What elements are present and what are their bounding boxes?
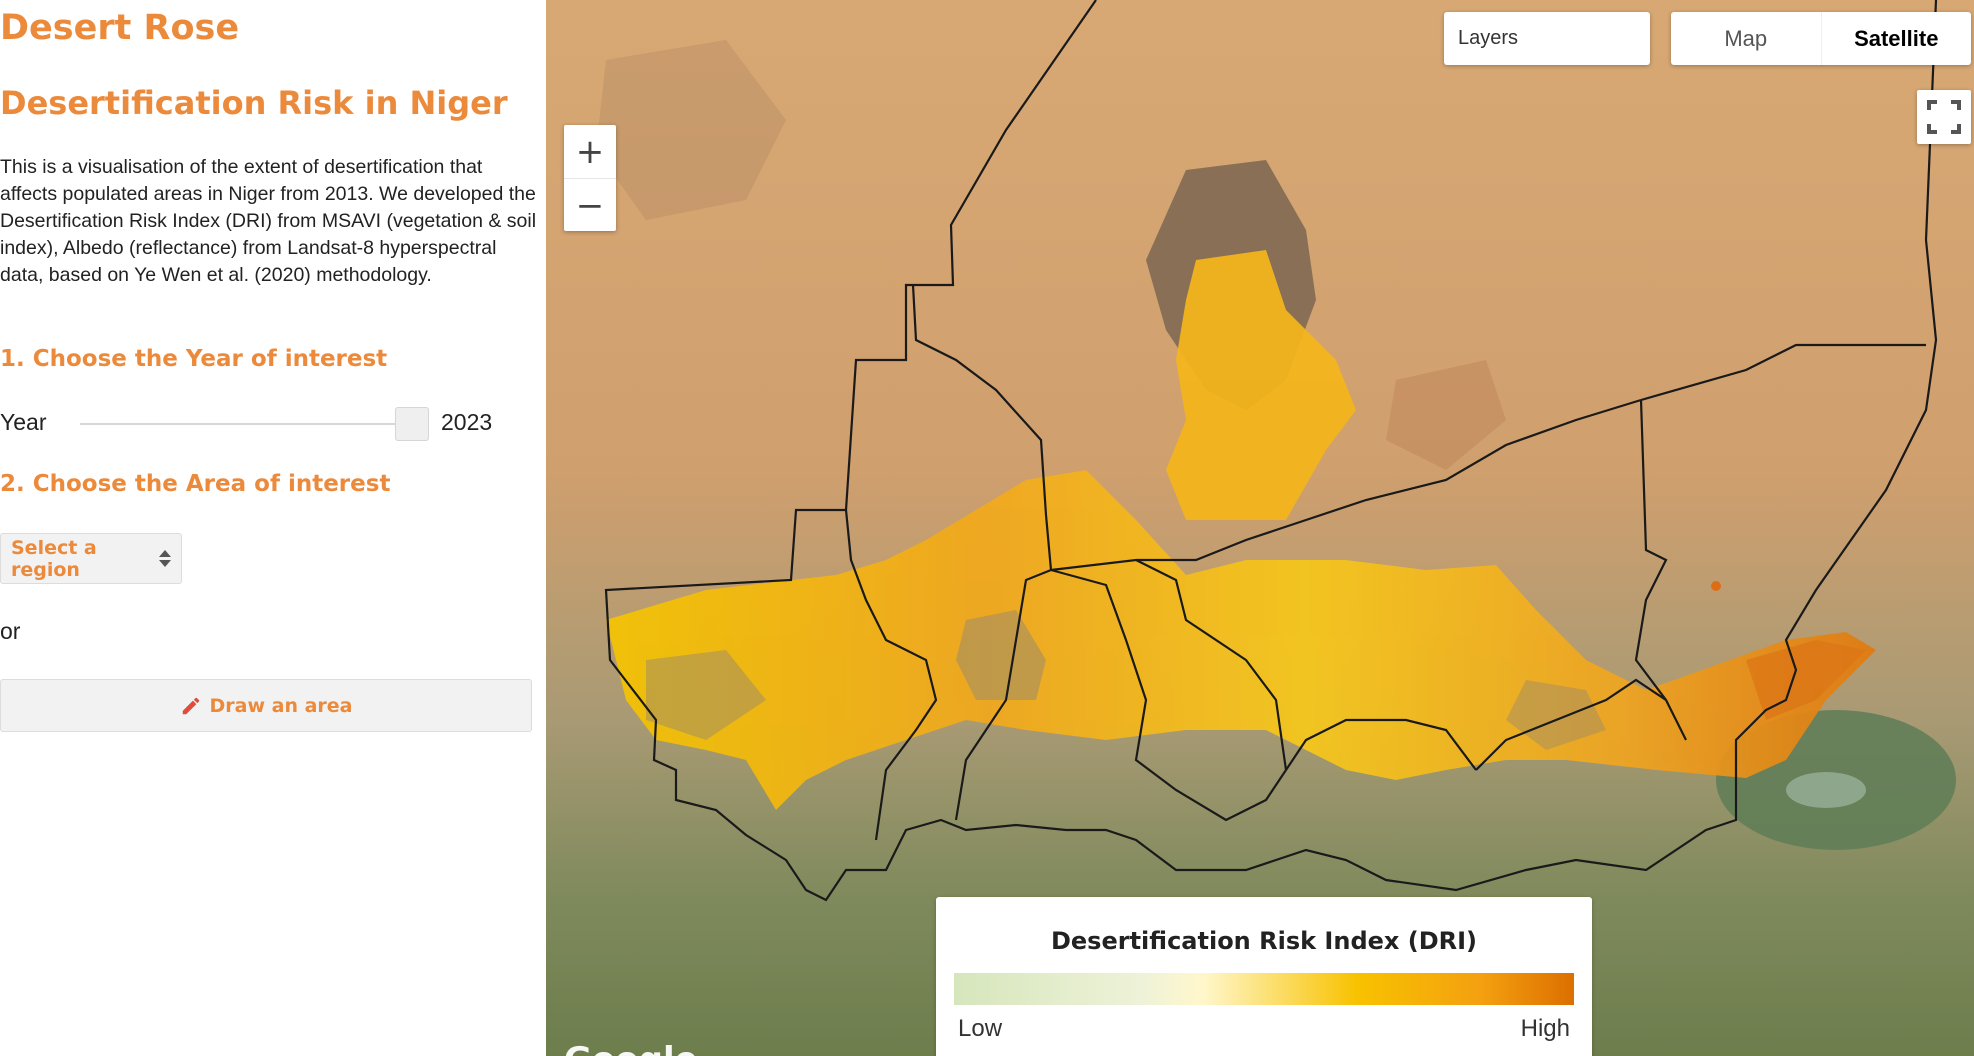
map-type-map-button[interactable]: Map — [1671, 12, 1821, 65]
year-value: 2023 — [441, 409, 493, 435]
page-title: Desertification Risk in Niger — [0, 84, 508, 122]
fullscreen-button[interactable] — [1917, 90, 1971, 144]
legend-low-label: Low — [958, 1015, 1003, 1042]
year-label: Year — [0, 409, 47, 435]
map-type-satellite-button[interactable]: Satellite — [1820, 12, 1972, 65]
zoom-out-button[interactable]: − — [564, 178, 616, 232]
region-select[interactable]: Select a region — [0, 533, 182, 584]
map-view[interactable]: + − Layers Map Satellite Desertification… — [546, 0, 1974, 1056]
description-text: This is a visualisation of the extent of… — [0, 156, 537, 286]
map-type-control: Map Satellite — [1671, 12, 1971, 65]
select-arrows-icon — [159, 550, 171, 567]
year-slider-track[interactable] — [80, 423, 418, 425]
draw-area-button[interactable]: Draw an area — [0, 679, 532, 732]
step2-heading: 2. Choose the Area of interest — [0, 471, 391, 497]
step1-heading: 1. Choose the Year of interest — [0, 346, 388, 372]
layers-button[interactable]: Layers — [1444, 12, 1650, 65]
google-attribution[interactable]: Google — [564, 1040, 698, 1056]
draw-area-label: Draw an area — [209, 694, 353, 717]
legend-high-label: High — [1520, 1015, 1570, 1042]
or-text: or — [0, 618, 21, 644]
fullscreen-icon — [1927, 100, 1961, 134]
legend: Desertification Risk Index (DRI) Low Hig… — [936, 897, 1592, 1056]
app-title: Desert Rose — [0, 8, 240, 48]
legend-color-bar — [954, 973, 1574, 1005]
region-select-label: Select a region — [11, 536, 97, 581]
side-panel: Desert Rose Desertification Risk in Nige… — [0, 0, 546, 1056]
pencil-icon — [182, 697, 199, 714]
zoom-in-button[interactable]: + — [564, 125, 616, 178]
legend-title: Desertification Risk Index (DRI) — [1050, 927, 1478, 955]
year-slider-thumb[interactable] — [395, 407, 429, 441]
zoom-control: + − — [564, 125, 616, 231]
